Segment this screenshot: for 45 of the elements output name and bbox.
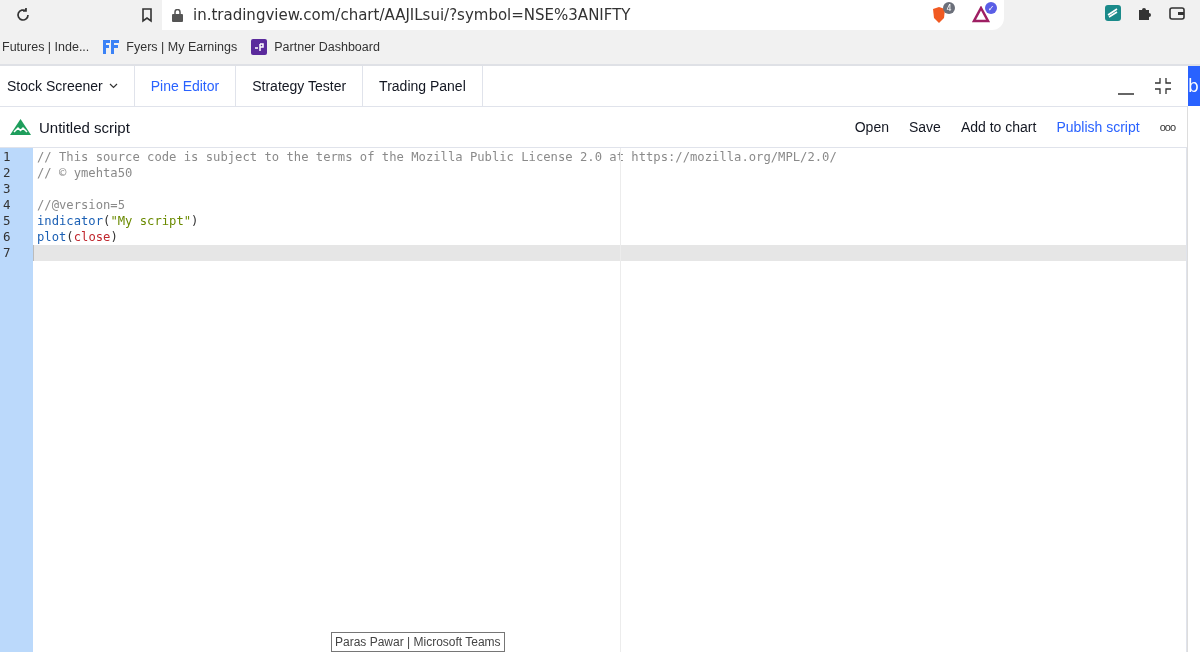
panel-tab[interactable]: Trading Panel xyxy=(363,66,483,106)
collapse-icon[interactable] xyxy=(1154,77,1172,95)
code-token: plot xyxy=(37,230,67,244)
tooltip: Paras Pawar | Microsoft Teams xyxy=(331,632,505,652)
side-tab[interactable]: b xyxy=(1188,66,1200,106)
line-number: 4 xyxy=(2,197,12,213)
bookmark-link[interactable]: Partner Dashboard xyxy=(274,40,380,54)
line-number: 5 xyxy=(2,213,12,229)
toolbar-action[interactable]: Add to chart xyxy=(950,119,1047,135)
code-token: indicator xyxy=(37,214,104,228)
code-token: "My script" xyxy=(110,214,192,228)
toolbar-action[interactable]: Save xyxy=(898,119,951,135)
pine-logo-icon xyxy=(10,119,31,135)
line-number: 6 xyxy=(2,229,12,245)
toolbar-action[interactable]: Open xyxy=(844,119,899,135)
bookmark-link[interactable]: Fyers | My Earnings xyxy=(126,40,238,54)
url-text[interactable]: in.tradingview.com/chart/AAJILsui/?symbol=NSE%3ANIFTY xyxy=(193,6,920,24)
chevron-down-icon xyxy=(108,83,118,89)
line-number: 7 xyxy=(2,245,12,261)
lock-icon xyxy=(172,8,183,22)
panel-tab[interactable]: Strategy Tester xyxy=(236,66,364,106)
count-badge: 4 xyxy=(943,2,955,14)
script-title: Untitled script xyxy=(39,118,131,136)
bookmark-link[interactable]: Futures | Inde... xyxy=(2,40,90,54)
code-token: ) xyxy=(110,230,118,244)
line-number: 2 xyxy=(2,165,12,181)
triangle-icon[interactable] xyxy=(972,6,990,24)
toolbar-action[interactable]: Publish script xyxy=(1046,119,1150,135)
wallet-icon[interactable] xyxy=(1168,4,1186,22)
line-number: 1 xyxy=(2,149,12,165)
code-token: //@version=5 xyxy=(37,198,126,212)
panel-tab[interactable]: Stock Screener xyxy=(0,66,135,106)
reload-icon[interactable] xyxy=(14,6,32,24)
code-token: close xyxy=(73,230,111,244)
code-token: // © ymehta50 xyxy=(37,166,133,180)
bookmark-logo-icon xyxy=(251,39,268,55)
code-token: ) xyxy=(191,214,199,228)
bookmark-logo-icon xyxy=(103,40,120,54)
panel-tab[interactable]: Pine Editor xyxy=(134,66,237,106)
code-token: ( xyxy=(103,214,111,228)
code-token: ( xyxy=(66,230,74,244)
extension-icon[interactable] xyxy=(1104,4,1122,22)
more-button[interactable]: ooo xyxy=(1149,121,1175,133)
line-number: 3 xyxy=(2,181,12,197)
check-badge: ✓ xyxy=(985,2,997,14)
